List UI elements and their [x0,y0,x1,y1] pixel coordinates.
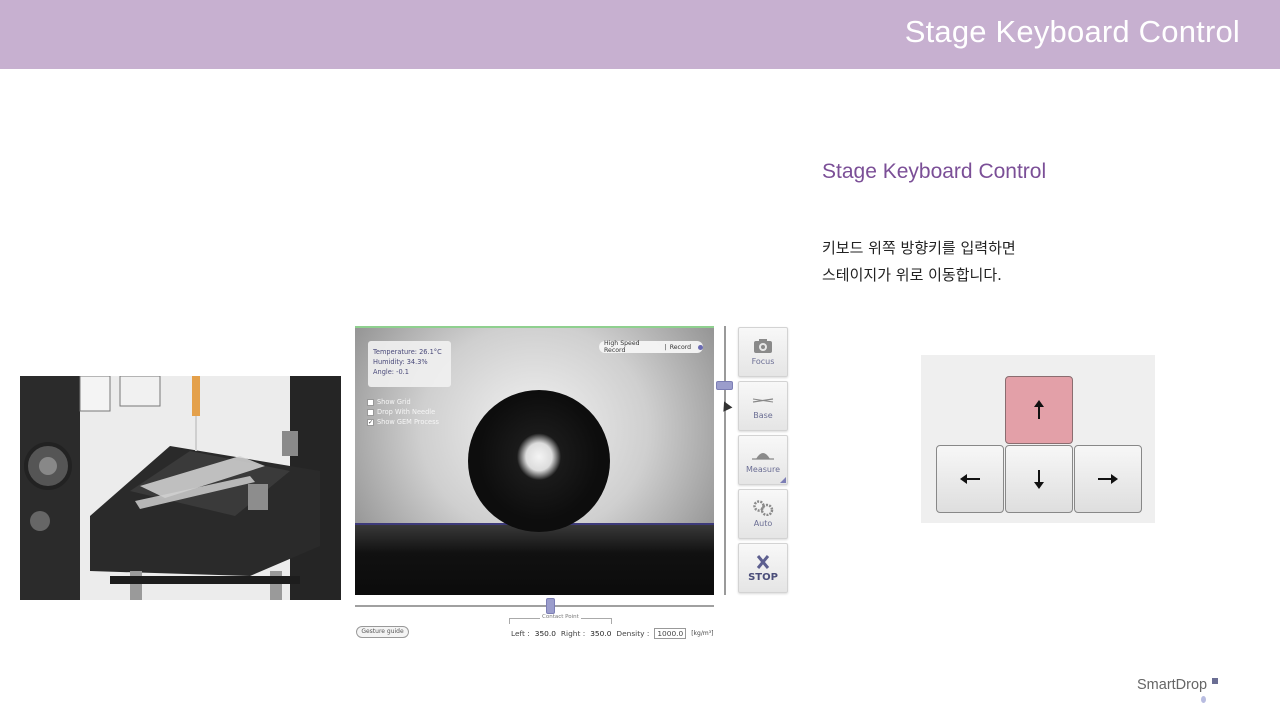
mouse-cursor-icon [719,399,733,412]
logo-drop-icon [1201,696,1206,703]
horizontal-slider-track[interactable] [355,605,714,607]
contact-point-readouts: Left : 350.0 Right : 350.0 Density : 100… [511,628,713,639]
down-arrow-key [1005,445,1073,513]
baseline-icon [752,398,774,403]
contact-point-label: Contact Point [540,614,581,620]
up-arrow-key [1005,376,1073,444]
density-input[interactable]: 1000.0 [654,628,687,639]
arrow-right-icon [1098,474,1118,484]
droplet-measure-icon [752,453,774,460]
camera-view[interactable]: Temperature: 26.1°C Humidity: 34.3% Angl… [355,326,714,595]
right-value: 350.0 [590,629,612,638]
instrument-photo [20,376,341,600]
gesture-guide-button[interactable]: Gesture guide [356,626,409,638]
arrow-up-icon [1034,400,1044,419]
arrow-down-icon [1034,470,1044,489]
left-label: Left : [511,629,530,638]
record-indicator-icon [698,344,703,350]
smartdrop-logo: SmartDrop [1137,677,1208,693]
base-label: Base [753,411,773,420]
section-title: Stage Keyboard Control [822,160,1047,183]
option-show-grid[interactable]: Show Grid [367,397,439,407]
drop-with-needle-label: Drop With Needle [377,408,436,416]
show-gem-process-checkbox[interactable]: ✓ [367,418,374,426]
dropdown-corner-icon [780,477,786,483]
base-button[interactable]: Base [738,381,788,431]
high-speed-record-button[interactable]: High Speed Record [604,340,662,354]
section-description: 키보드 위쪽 방향키를 입력하면 스테이지가 위로 이동합니다. [822,235,1016,289]
gears-icon [753,500,774,516]
show-gem-process-label: Show GEM Process [377,418,439,426]
record-button[interactable]: Record [670,344,691,351]
option-drop-with-needle[interactable]: Drop With Needle [367,407,439,417]
droplet [468,390,610,532]
left-value: 350.0 [534,629,556,638]
description-line-2: 스테이지가 위로 이동합니다. [822,266,1002,284]
focus-button[interactable]: Focus [738,327,788,377]
measure-button[interactable]: Measure [738,435,788,485]
instrument-illustration [20,376,341,600]
temperature-text: Temperature: 26.1°C [373,348,442,356]
left-arrow-key [936,445,1004,513]
right-arrow-key [1074,445,1142,513]
humidity-text: Humidity: 34.3% [373,358,428,366]
horizontal-slider-thumb[interactable] [546,598,555,614]
show-grid-checkbox[interactable] [367,398,374,406]
close-x-icon [756,554,770,569]
stage-surface [355,524,714,595]
record-separator: | [664,343,667,351]
focus-label: Focus [751,357,775,366]
stop-button[interactable]: STOP [738,543,788,593]
record-bar: High Speed Record | Record [599,340,703,354]
measure-label: Measure [746,465,780,474]
slide: Stage Keyboard Control Temperature: 26.1… [0,0,1280,720]
description-line-1: 키보드 위쪽 방향키를 입력하면 [822,239,1016,257]
density-label: Density : [616,629,650,638]
vertical-slider-track[interactable] [724,326,726,595]
header-title: Stage Keyboard Control [904,14,1240,49]
drop-with-needle-checkbox[interactable] [367,408,374,416]
show-grid-label: Show Grid [377,398,411,406]
stop-label: STOP [748,571,778,583]
arrow-left-icon [960,474,980,484]
sensor-readout: Temperature: 26.1°C Humidity: 34.3% Angl… [368,341,451,387]
arrow-keypad [921,355,1155,523]
header-band: Stage Keyboard Control [0,0,1280,69]
angle-text: Angle: -0.1 [373,368,409,376]
option-show-gem-process[interactable]: ✓ Show GEM Process [367,417,439,427]
vertical-slider-thumb[interactable] [716,381,733,390]
auto-button[interactable]: Auto [738,489,788,539]
camera-icon [754,339,772,353]
density-unit: [kg/m³] [691,630,714,637]
logo-square-icon [1212,678,1218,684]
auto-label: Auto [753,519,773,528]
right-label: Right : [560,629,586,638]
display-options: Show Grid Drop With Needle ✓ Show GEM Pr… [367,397,439,427]
